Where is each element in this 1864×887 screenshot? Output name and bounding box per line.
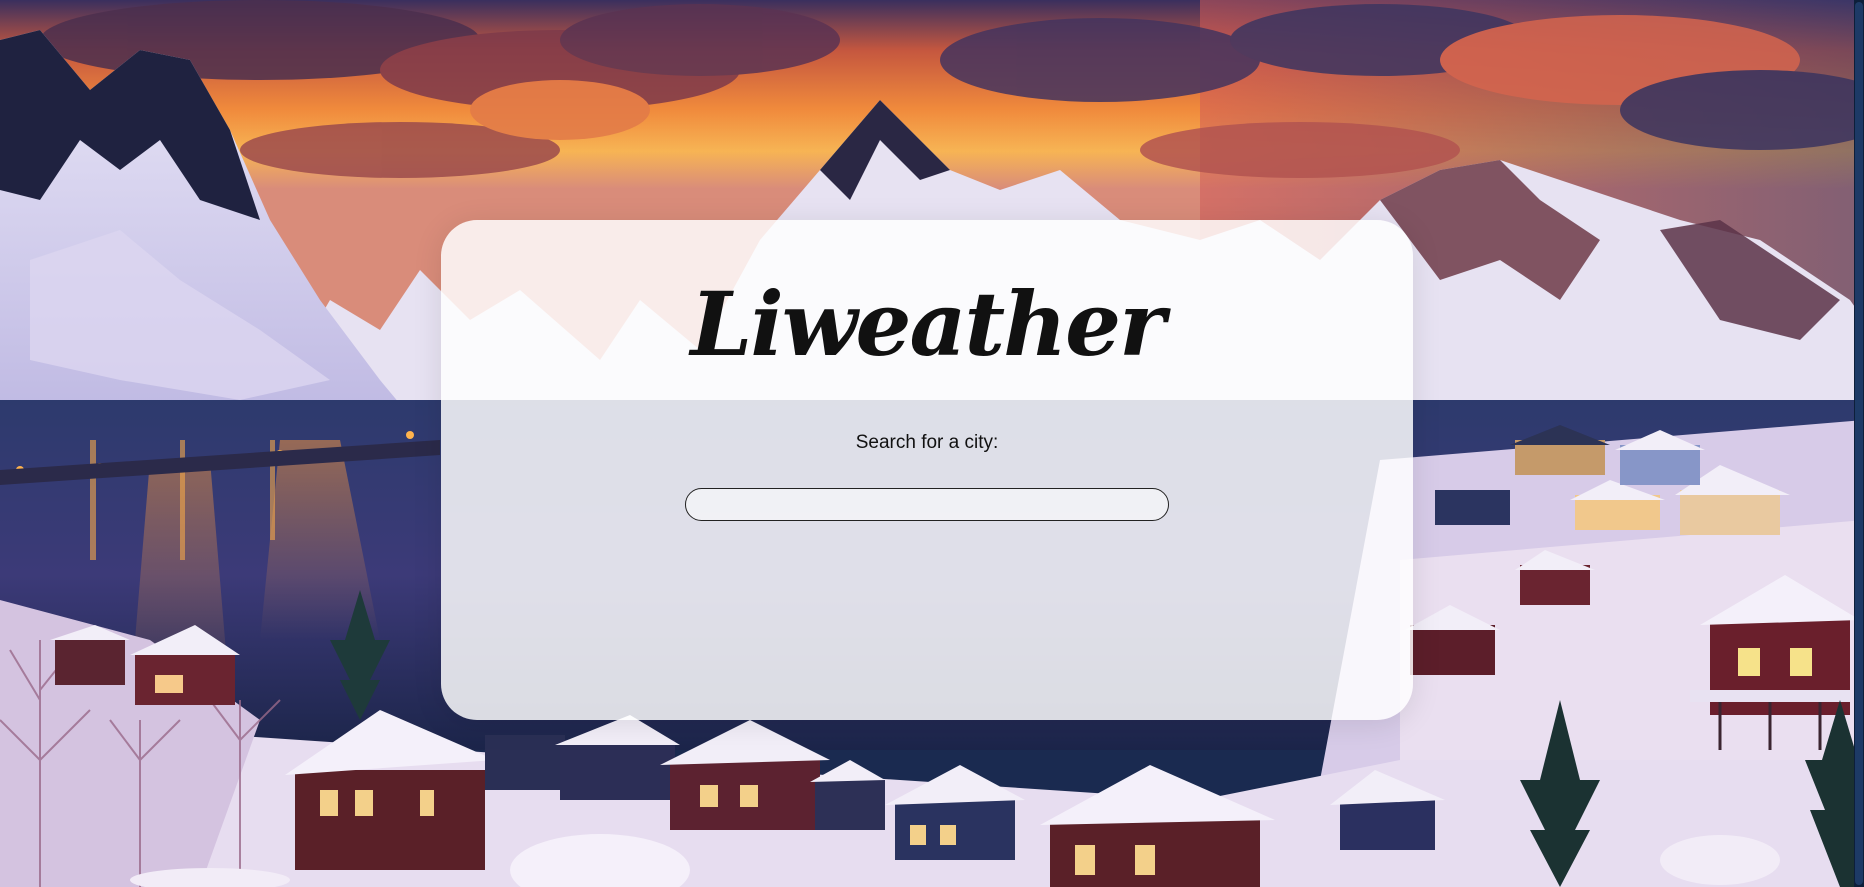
app-root: Liweather Search for a city:	[0, 0, 1864, 887]
page-scrollbar-thumb[interactable]	[1855, 2, 1863, 885]
search-label: Search for a city:	[855, 432, 999, 453]
city-search-input[interactable]	[685, 488, 1169, 521]
page-scrollbar[interactable]	[1854, 0, 1864, 887]
search-card: Liweather Search for a city:	[441, 220, 1413, 720]
app-logo: Liweather	[690, 272, 1165, 376]
